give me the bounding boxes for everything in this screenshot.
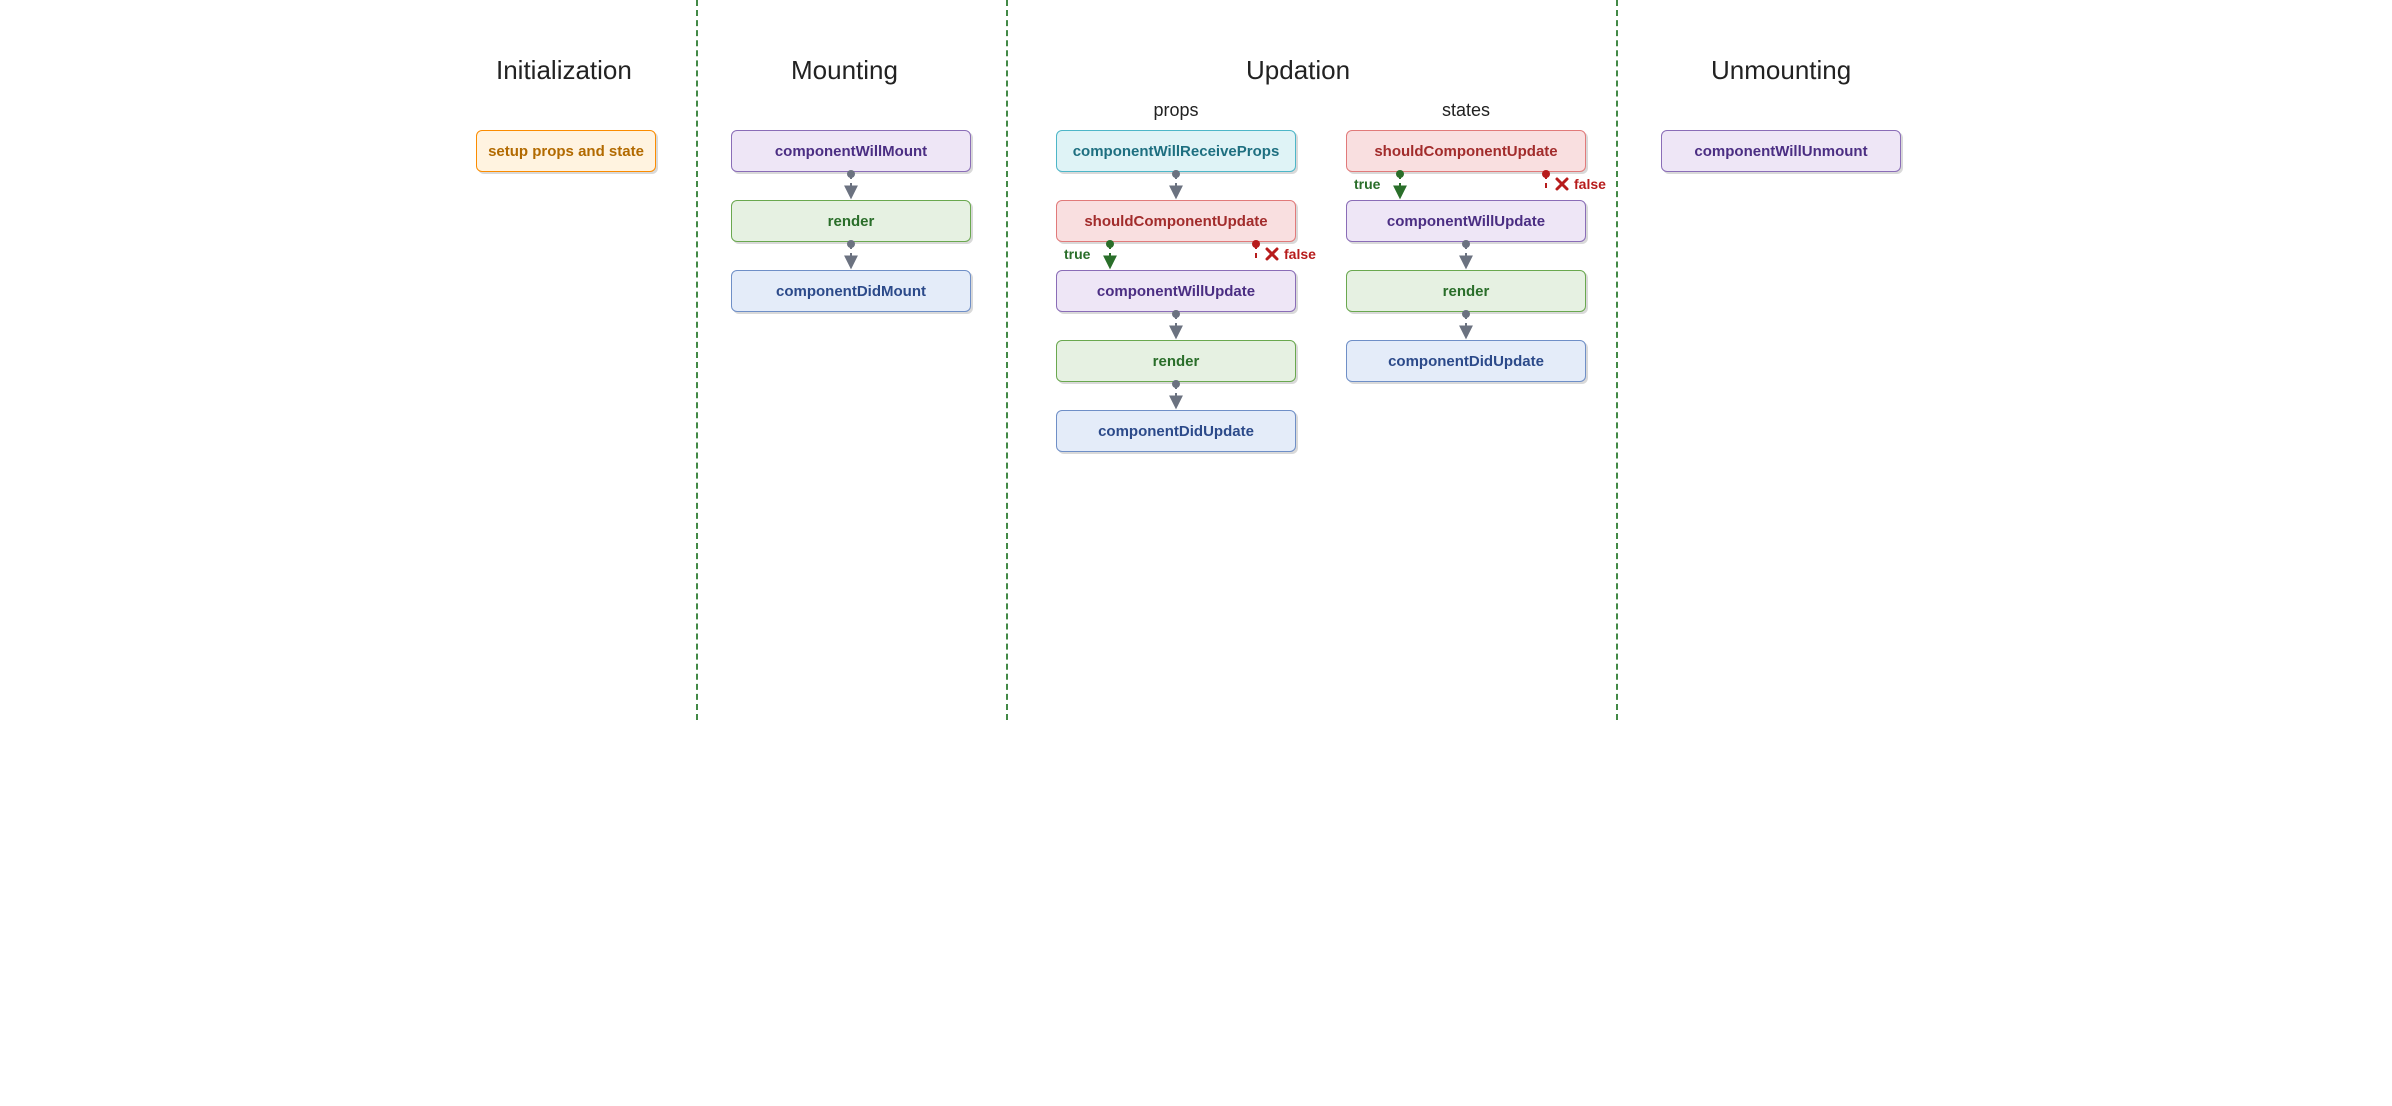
node-componentWillUpdate-props: componentWillUpdate (1056, 270, 1296, 312)
cross-icon (1554, 176, 1570, 192)
node-componentWillUpdate-states: componentWillUpdate (1346, 200, 1586, 242)
node-render-mounting: render (731, 200, 971, 242)
node-render-props: render (1056, 340, 1296, 382)
node-componentDidUpdate-states: componentDidUpdate (1346, 340, 1586, 382)
label-false-text: false (1284, 246, 1316, 262)
phase-divider (696, 0, 698, 720)
label-true-states: true (1354, 176, 1380, 192)
label-true-props: true (1064, 246, 1090, 262)
phase-title-mounting: Mounting (791, 55, 898, 86)
node-shouldComponentUpdate-states: shouldComponentUpdate (1346, 130, 1586, 172)
phase-divider (1616, 0, 1618, 720)
phase-title-updation: Updation (1246, 55, 1350, 86)
node-shouldComponentUpdate-props: shouldComponentUpdate (1056, 200, 1296, 242)
node-componentDidUpdate-props: componentDidUpdate (1056, 410, 1296, 452)
label-false-text: false (1574, 176, 1606, 192)
phase-divider (1006, 0, 1008, 720)
node-render-states: render (1346, 270, 1586, 312)
label-false-props: false (1264, 246, 1316, 262)
node-setup-props-state: setup props and state (476, 130, 656, 172)
phase-title-unmounting: Unmounting (1711, 55, 1851, 86)
node-componentWillMount: componentWillMount (731, 130, 971, 172)
label-false-states: false (1554, 176, 1606, 192)
node-componentWillUnmount: componentWillUnmount (1661, 130, 1901, 172)
node-componentWillReceiveProps: componentWillReceiveProps (1056, 130, 1296, 172)
cross-icon (1264, 246, 1280, 262)
phase-title-initialization: Initialization (496, 55, 632, 86)
lifecycle-diagram: Initialization Mounting Updation Unmount… (416, 0, 1976, 720)
subcolumn-title-props: props (1056, 100, 1296, 121)
subcolumn-title-states: states (1346, 100, 1586, 121)
node-componentDidMount: componentDidMount (731, 270, 971, 312)
